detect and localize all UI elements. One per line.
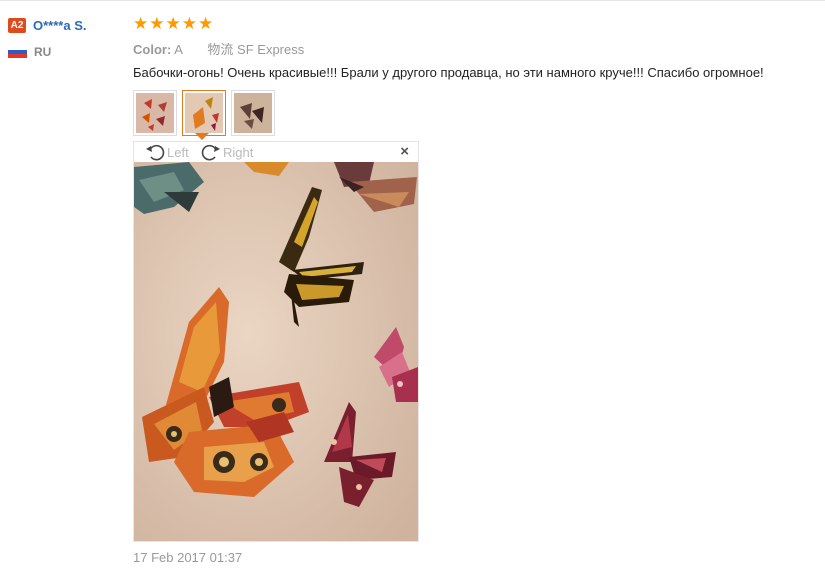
top-divider	[0, 0, 825, 1]
star-icon: ★	[133, 14, 149, 33]
reviewer-country: RU	[8, 44, 51, 60]
photo-thumbnails	[133, 90, 275, 136]
rotate-right-button[interactable]: Right	[200, 143, 253, 161]
rotate-right-label: Right	[223, 144, 254, 160]
star-icon: ★	[181, 14, 197, 33]
photo-viewer: Left Right ×	[133, 141, 419, 542]
rotate-right-icon	[201, 144, 220, 161]
star-rating: ★ ★ ★ ★ ★	[133, 14, 213, 34]
review-date: 17 Feb 2017 01:37	[133, 550, 243, 565]
color-value: A	[174, 42, 183, 57]
russia-flag-icon	[8, 46, 27, 58]
photo-thumbnail-active[interactable]	[182, 90, 226, 136]
rotate-left-button[interactable]: Left	[144, 143, 189, 161]
photo-thumbnail[interactable]	[133, 90, 177, 136]
review-text: Бабочки-огонь! Очень красивые!!! Брали у…	[133, 65, 764, 80]
reviewer-header: A2 O****a S.	[8, 17, 86, 34]
close-icon[interactable]: ×	[400, 144, 409, 160]
shipping-value: SF Express	[237, 42, 305, 57]
review-photo	[134, 162, 418, 541]
country-code: RU	[34, 45, 52, 59]
rotate-left-icon	[146, 144, 165, 161]
shipping-label: 物流	[207, 42, 234, 57]
photo-thumbnail[interactable]	[231, 90, 275, 136]
star-icon: ★	[165, 14, 181, 33]
active-thumbnail-indicator	[195, 133, 209, 140]
star-icon: ★	[149, 14, 165, 33]
buyer-level-badge: A2	[8, 18, 26, 33]
color-label: Color:	[133, 42, 172, 57]
rotate-left-label: Left	[167, 144, 189, 160]
order-attributes: Color: A 物流 SF Express	[133, 39, 304, 58]
star-icon: ★	[198, 14, 214, 33]
reviewer-name[interactable]: O****a S.	[33, 18, 86, 33]
viewer-toolbar: Left Right ×	[134, 142, 418, 162]
